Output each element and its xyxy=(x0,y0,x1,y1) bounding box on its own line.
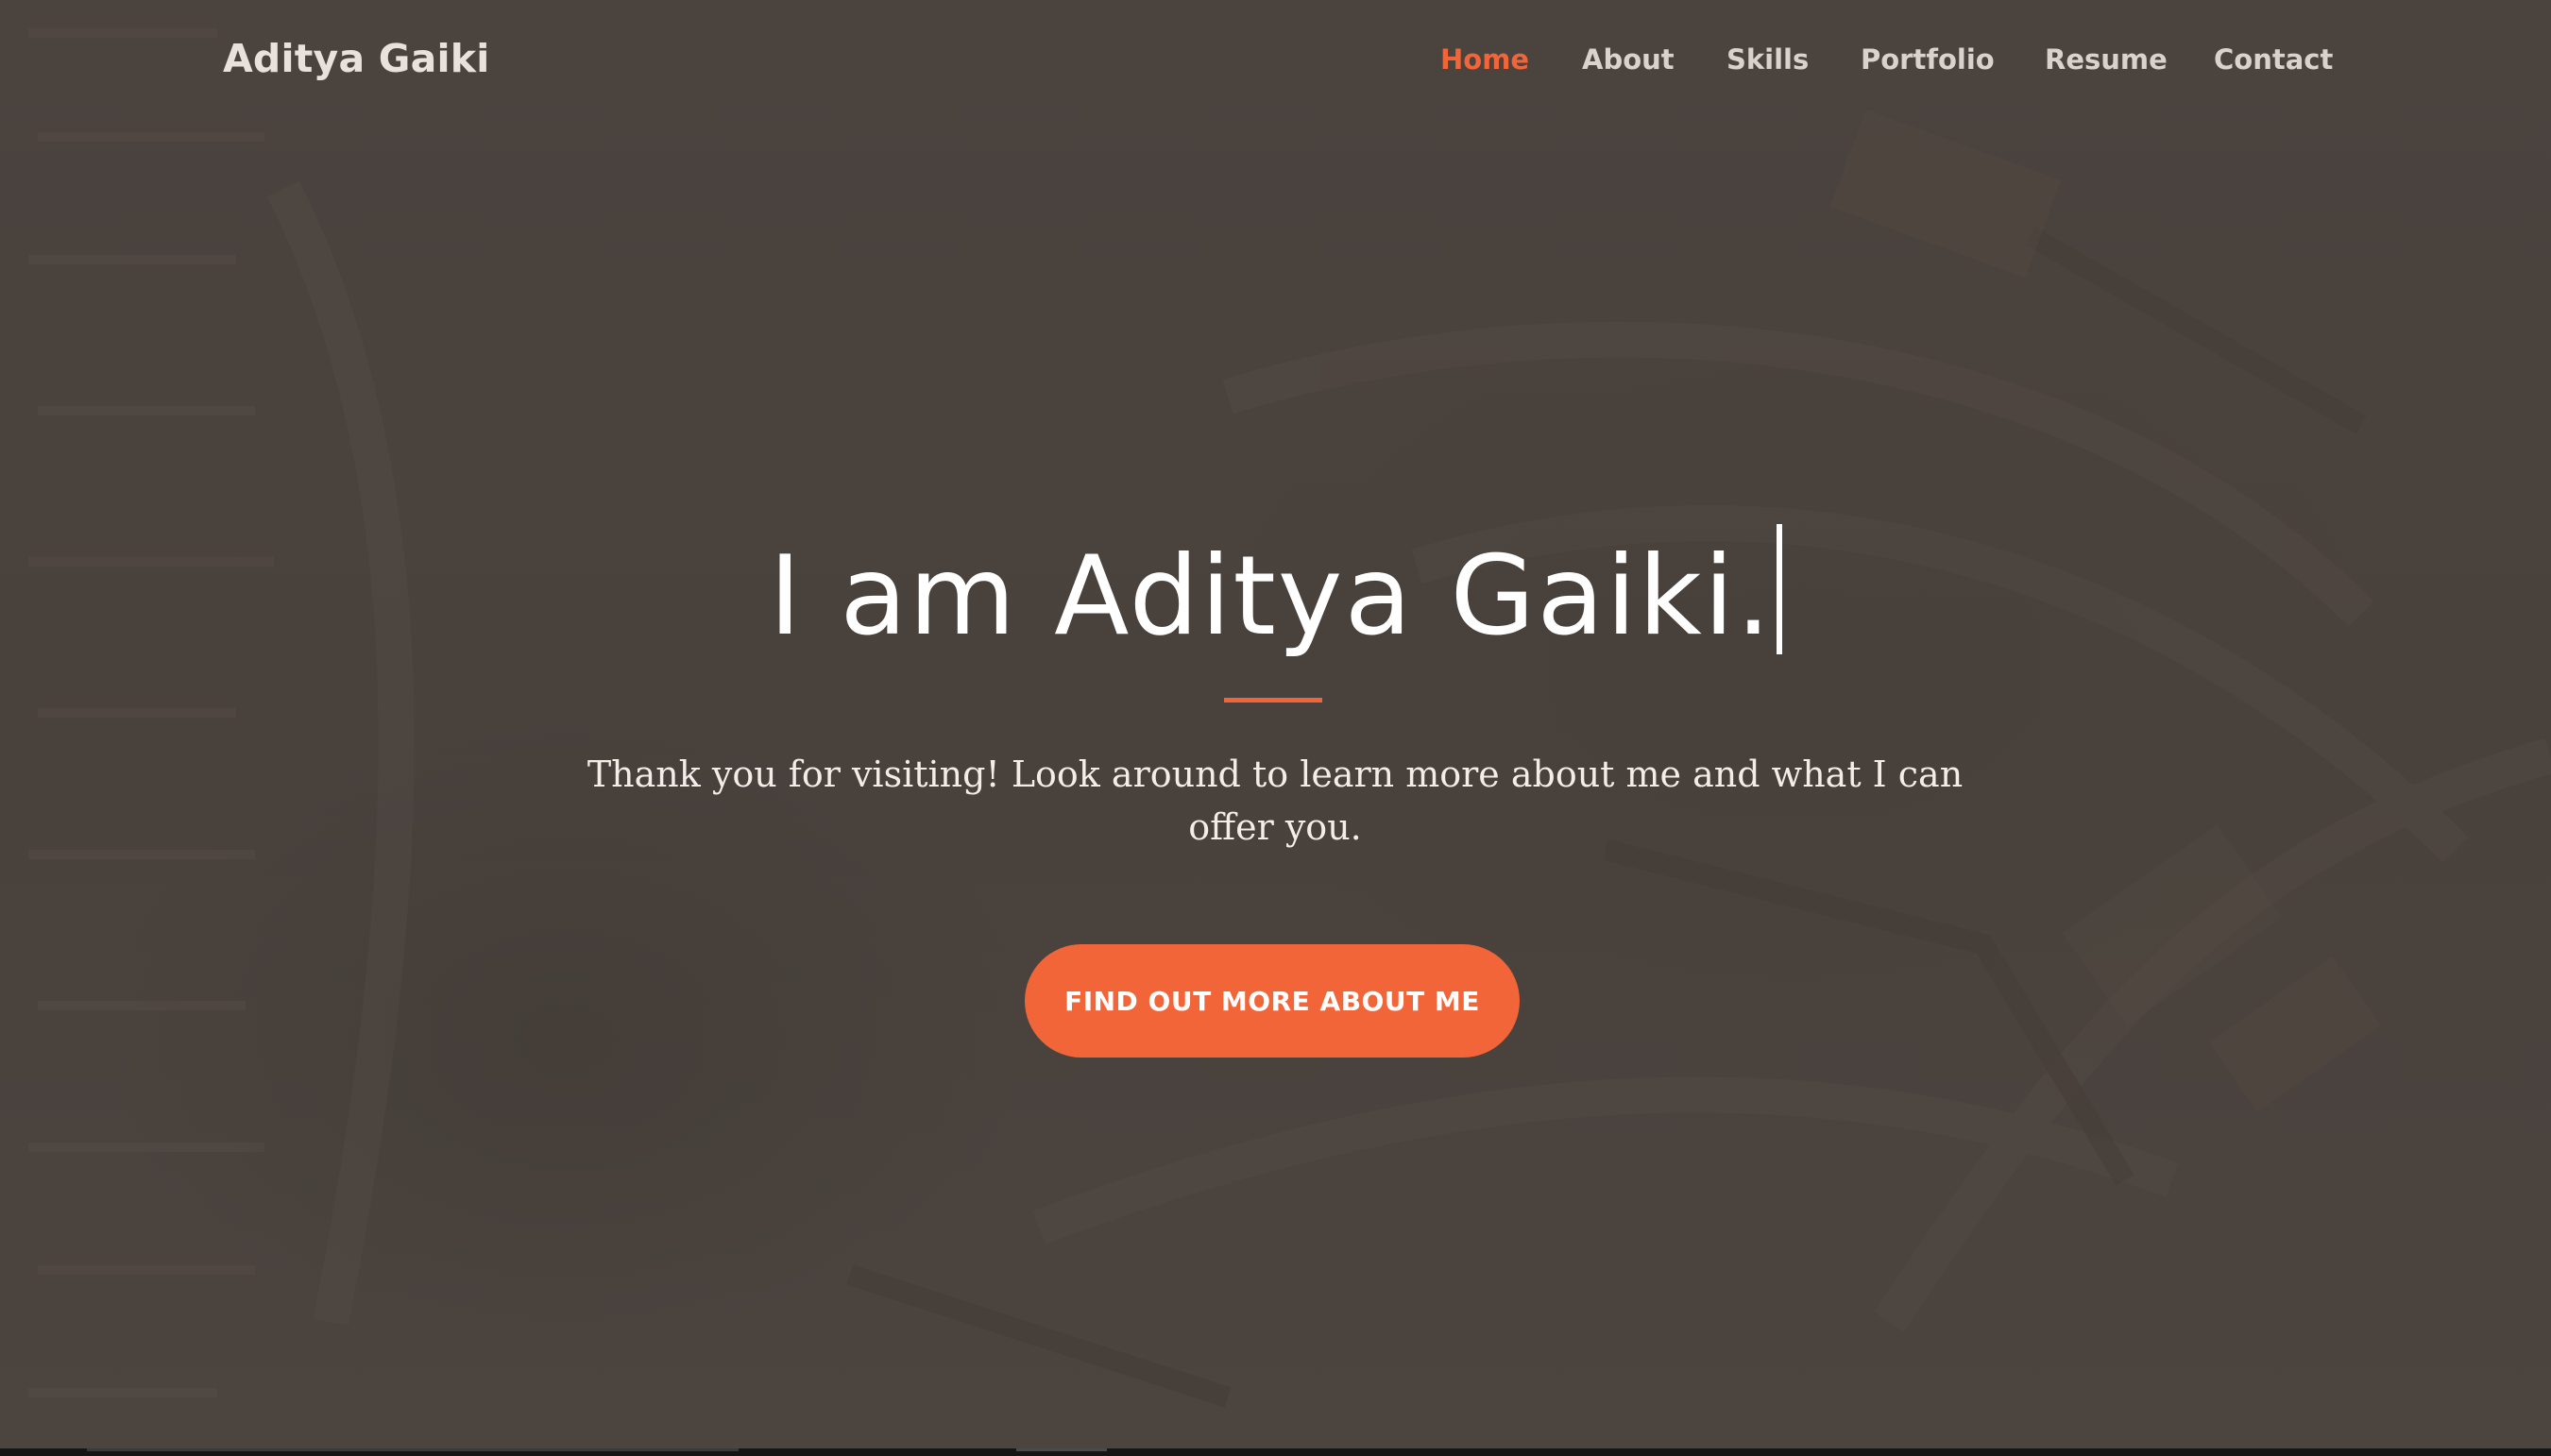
find-out-more-button[interactable]: FIND OUT MORE ABOUT ME xyxy=(1025,944,1520,1058)
typing-cursor xyxy=(1776,524,1782,654)
taskbar-segment xyxy=(87,1448,739,1451)
home-page: Aditya Gaiki Home About Skills Portfolio… xyxy=(0,0,2551,1456)
taskbar-segment xyxy=(1016,1448,1107,1451)
hero-divider xyxy=(1224,698,1322,703)
hero-tagline: Thank you for visiting! Look around to l… xyxy=(587,753,1964,848)
nav-link-home[interactable]: Home xyxy=(1440,43,1529,76)
nav-link-resume[interactable]: Resume xyxy=(2045,43,2168,76)
background-map-image xyxy=(0,0,2551,1456)
bottom-scrollbar-strip xyxy=(0,1448,2551,1456)
nav-link-about[interactable]: About xyxy=(1582,43,1675,76)
nav-link-skills[interactable]: Skills xyxy=(1726,43,1809,76)
main-nav: Home About Skills Portfolio Resume Conta… xyxy=(0,43,2551,91)
top-navbar: Aditya Gaiki Home About Skills Portfolio… xyxy=(0,0,2551,132)
hero-title: I am Aditya Gaiki. xyxy=(0,524,2551,663)
hero-title-text: I am Aditya Gaiki. xyxy=(769,533,1773,660)
nav-link-portfolio[interactable]: Portfolio xyxy=(1861,43,1995,76)
nav-link-contact[interactable]: Contact xyxy=(2214,43,2333,76)
